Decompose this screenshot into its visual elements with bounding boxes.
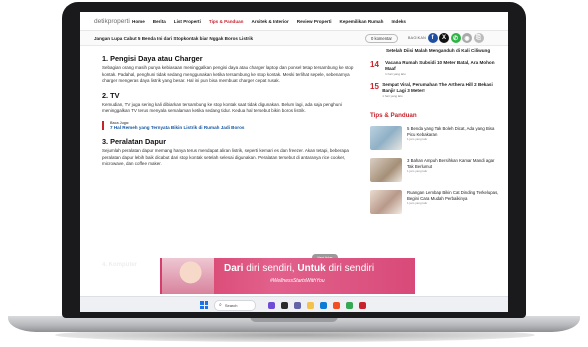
- taskbar-search[interactable]: ⌕ Search: [214, 299, 256, 311]
- tip-thumbnail: [370, 126, 402, 150]
- baca-juga-link[interactable]: 7 Hal Remeh yang Ternyata Bikin Listrik …: [110, 125, 356, 130]
- section-heading: 1. Pengisi Daya atau Charger: [102, 54, 203, 63]
- comments-button[interactable]: 0 komentar: [365, 33, 398, 43]
- site-logo[interactable]: detikproperti: [94, 18, 132, 25]
- article-title-sticky: Jangan Lupa Cabut 5 Benda Ini dari Stopk…: [94, 35, 254, 41]
- line-icon[interactable]: ◉: [462, 33, 473, 43]
- section-paragraph: Sejumlah peralatan dapur memang hanya te…: [102, 147, 349, 167]
- trending-date: 1 hari yang lalu: [385, 72, 406, 76]
- x-twitter-icon[interactable]: X: [439, 33, 450, 43]
- tip-title: 3 Bahan Ampuh Bersihkan Kamar Mandi agar…: [407, 158, 495, 169]
- baca-juga-box: Baca Juga: 7 Hal Remeh yang Ternyata Bik…: [102, 120, 356, 130]
- tip-title: Ruangan Lembap Bikin Cat Dinding Terkelu…: [407, 190, 499, 201]
- tip-thumbnail: [370, 158, 402, 182]
- section-paragraph: Sebagian orang masih punya kebiasaan men…: [102, 65, 354, 84]
- edge-icon[interactable]: [320, 301, 327, 309]
- tip-date: 1 jam yang lalu: [407, 169, 428, 174]
- banner-model-image: [162, 258, 214, 294]
- trending-number: 14: [370, 60, 379, 69]
- tip-item[interactable]: Ruangan Lembap Bikin Cat Dinding Terkelu…: [370, 190, 500, 214]
- nav-item-review-properti[interactable]: Review Properti: [297, 19, 332, 24]
- office-icon[interactable]: [333, 301, 340, 309]
- nav-menu: Home Berita List Properti Tips & Panduan…: [132, 19, 406, 24]
- share-label: BAGIKAN: [407, 36, 427, 40]
- article-body: 1. Pengisi Daya atau Charger Sebagian or…: [102, 54, 356, 174]
- site-nav: detikproperti Home Berita List Properti …: [80, 12, 508, 31]
- banner-hashtag: #WellnessStartsWithYou: [270, 278, 325, 284]
- section-heading: 2. TV: [102, 90, 120, 100]
- faded-section-heading: 4. Komputer: [102, 262, 138, 268]
- trending-title: Sempat Viral, Perumahan The Arthera Hill…: [382, 82, 493, 93]
- teams-icon[interactable]: [294, 301, 301, 309]
- banner-headline: Dari diri sendiri, Untuk diri sendiri: [224, 263, 375, 274]
- trending-title: Vacana Rumah Subsidi 10 Meter Batal, Ara…: [385, 60, 495, 71]
- file-explorer-icon[interactable]: [307, 301, 314, 309]
- facebook-icon[interactable]: f: [427, 33, 438, 43]
- laptop-screen: detikproperti Home Berita List Properti …: [80, 12, 508, 312]
- app-icon[interactable]: [359, 301, 366, 309]
- nav-item-list-properti[interactable]: List Properti: [174, 19, 201, 24]
- tip-date: 1 jam yang lalu: [407, 137, 428, 142]
- nav-item-arsitek-interior[interactable]: Arsitek & Interior: [252, 19, 289, 24]
- article-subbar: Jangan Lupa Cabut 5 Benda Ini dari Stopk…: [80, 31, 508, 46]
- trending-item[interactable]: 15 Sempat Viral, Perumahan The Arthera H…: [370, 82, 500, 98]
- tip-date: 1 jam yang lalu: [407, 201, 428, 206]
- nav-item-berita[interactable]: Berita: [153, 19, 166, 24]
- ad-banner[interactable]: Dari diri sendiri, Untuk diri sendiri #W…: [160, 258, 415, 294]
- trending-date: 1 hari yang lalu: [382, 94, 403, 98]
- nav-item-tips-panduan[interactable]: Tips & Panduan: [209, 19, 244, 24]
- trending-number: 15: [370, 82, 379, 91]
- trending-number: [370, 48, 386, 54]
- section-heading: 3. Peralatan Dapur: [102, 136, 167, 146]
- whatsapp-icon[interactable]: ✆: [450, 33, 461, 43]
- trending-item[interactable]: Setelah Diisi Malah Menganduh di Kali Ci…: [370, 48, 500, 54]
- copy-link-icon[interactable]: ⎘: [473, 33, 484, 43]
- trending-item[interactable]: 14 Vacana Rumah Subsidi 10 Meter Batal, …: [370, 60, 500, 76]
- widgets-icon[interactable]: [268, 301, 275, 309]
- windows-start-icon[interactable]: [200, 301, 208, 309]
- tip-title: 5 Benda yang Tak Boleh Dicat, Ada yang B…: [407, 126, 495, 137]
- nav-item-home[interactable]: Home: [132, 19, 145, 24]
- trending-title: Setelah Diisi Malah Menganduh di Kali Ci…: [386, 48, 491, 53]
- nav-item-kepemilikan-rumah[interactable]: Kepemilikan Rumah: [340, 19, 384, 24]
- section-paragraph: Kemudian, TV juga sering kali dibiarkan …: [102, 101, 342, 114]
- sidebar: Setelah Diisi Malah Menganduh di Kali Ci…: [370, 48, 500, 222]
- nav-item-indeks[interactable]: Indeks: [391, 19, 406, 24]
- taskbar-apps: [268, 301, 366, 309]
- task-view-icon[interactable]: [281, 301, 288, 309]
- chrome-icon[interactable]: [346, 301, 353, 309]
- tip-thumbnail: [370, 190, 402, 214]
- tips-heading: Tips & Panduan: [370, 112, 417, 119]
- tip-item[interactable]: 5 Benda yang Tak Boleh Dicat, Ada yang B…: [370, 126, 500, 150]
- search-icon: ⌕: [219, 302, 222, 308]
- tip-item[interactable]: 3 Bahan Ampuh Bersihkan Kamar Mandi agar…: [370, 158, 500, 182]
- windows-taskbar: ⌕ Search: [80, 296, 508, 312]
